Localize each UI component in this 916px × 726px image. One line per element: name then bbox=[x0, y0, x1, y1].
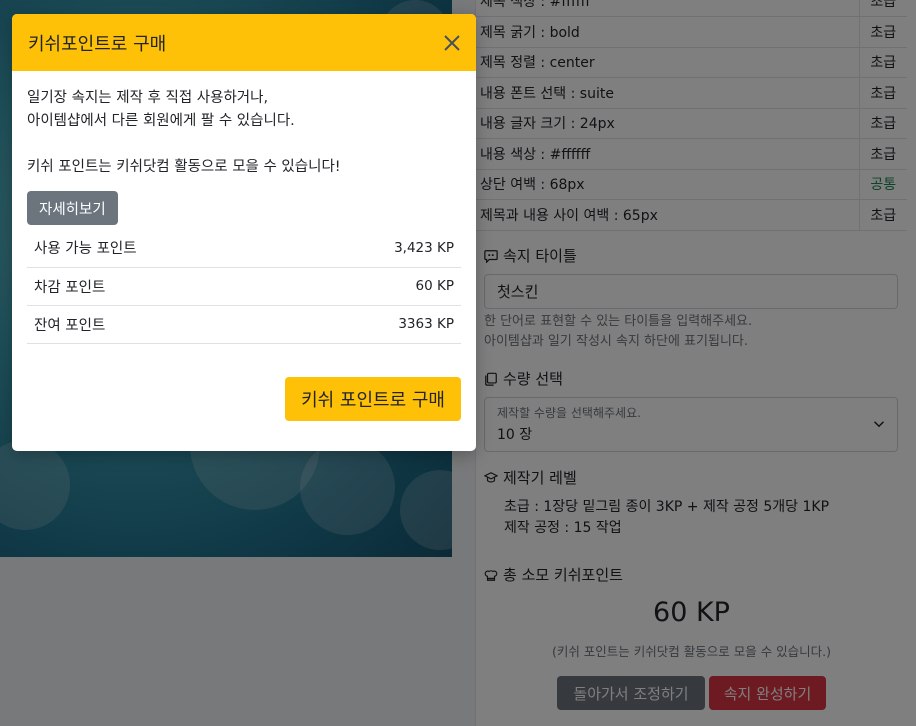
modal-title: 키쉬포인트로 구매 bbox=[28, 33, 167, 55]
buy-with-points-button[interactable]: 키쉬 포인트로 구매 bbox=[285, 377, 461, 421]
desc-line-3: 키쉬 포인트는 키쉬닷컴 활동으로 모을 수 있습니다! bbox=[27, 159, 341, 175]
table-row: 사용 가능 포인트 3,423 KP bbox=[27, 229, 461, 268]
modal-body: 일기장 속지는 제작 후 직접 사용하거나, 아이템샵에서 다른 회원에게 팔 … bbox=[12, 71, 476, 344]
close-icon bbox=[444, 34, 460, 51]
view-details-button[interactable]: 자세히보기 bbox=[27, 191, 118, 225]
points-value: 60 KP bbox=[292, 267, 461, 306]
table-row: 차감 포인트 60 KP bbox=[27, 267, 461, 306]
points-table: 사용 가능 포인트 3,423 KP 차감 포인트 60 KP 잔여 포인트 3363… bbox=[27, 229, 461, 344]
modal-header: 키쉬포인트로 구매 bbox=[12, 14, 476, 71]
points-label: 잔여 포인트 bbox=[27, 305, 293, 344]
desc-line-1: 일기장 속지는 제작 후 직접 사용하거나, bbox=[27, 90, 269, 106]
purchase-modal: 키쉬포인트로 구매 일기장 속지는 제작 후 직접 사용하거나, 아이템샵에서 … bbox=[12, 14, 476, 451]
modal-description: 일기장 속지는 제작 후 직접 사용하거나, 아이템샵에서 다른 회원에게 팔 … bbox=[27, 87, 461, 179]
points-label: 사용 가능 포인트 bbox=[27, 229, 293, 268]
points-value: 3363 KP bbox=[292, 305, 461, 344]
close-button[interactable] bbox=[442, 33, 462, 53]
points-label: 차감 포인트 bbox=[27, 267, 293, 306]
table-row: 잔여 포인트 3363 KP bbox=[27, 305, 461, 344]
points-value: 3,423 KP bbox=[292, 229, 461, 268]
desc-line-2: 아이템샵에서 다른 회원에게 팔 수 있습니다. bbox=[27, 113, 295, 129]
